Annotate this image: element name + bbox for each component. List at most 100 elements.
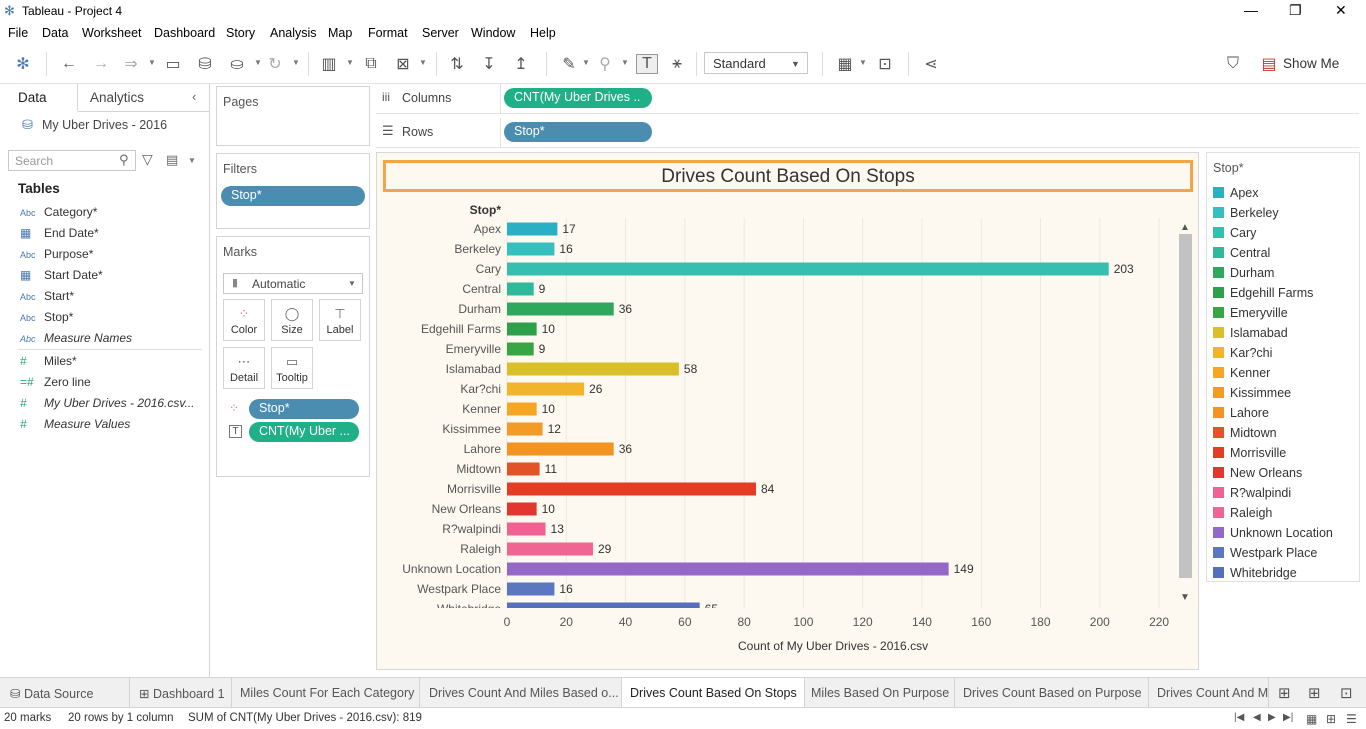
menu-data[interactable]: Data — [42, 26, 68, 40]
rows-pill[interactable]: Stop* — [504, 122, 652, 142]
new-datasource-icon[interactable]: ⛁ — [194, 54, 216, 74]
legend-item[interactable]: Whitebridge — [1213, 566, 1297, 580]
field-start[interactable]: Abc Start* — [20, 289, 74, 303]
replay-icon[interactable]: ⇒ — [120, 54, 142, 74]
legend-item[interactable]: Central — [1213, 246, 1270, 260]
list-view-icon[interactable]: ☰ — [1346, 712, 1357, 726]
sort-descending-icon[interactable]: ↥ — [510, 54, 532, 74]
legend-item[interactable]: Berkeley — [1213, 206, 1279, 220]
tab-drives-miles-based[interactable]: Drives Count And Miles Based o... — [420, 678, 622, 708]
fix-axes-icon[interactable]: ⚹ — [666, 54, 688, 74]
show-me-button[interactable]: Show Me — [1283, 56, 1339, 71]
field-start-date[interactable]: ▦ Start Date* — [20, 268, 103, 282]
new-worksheet-icon[interactable]: ▥ — [318, 54, 340, 74]
search-field[interactable]: Search ⚲ — [8, 150, 136, 171]
mark-type-select[interactable]: ▮ Automatic ▼ — [223, 273, 363, 294]
tab-miles-purpose[interactable]: Miles Based On Purpose — [805, 678, 955, 708]
menu-format[interactable]: Format — [368, 26, 408, 40]
marks-size-button[interactable]: ◯ Size — [271, 299, 313, 341]
tab-data[interactable]: Data — [0, 84, 78, 112]
refresh-icon[interactable]: ↻ — [264, 54, 286, 74]
columns-shelf[interactable]: iii Columns CNT(My Uber Drives .. — [376, 84, 1359, 114]
marks-pill-stop[interactable]: Stop* — [249, 399, 359, 419]
field-purpose[interactable]: Abc Purpose* — [20, 247, 93, 261]
legend-item[interactable]: Lahore — [1213, 406, 1269, 420]
field-record-count[interactable]: # My Uber Drives - 2016.csv... — [20, 396, 194, 410]
marks-label-button[interactable]: ⊤ Label — [319, 299, 361, 341]
datasource-name[interactable]: My Uber Drives - 2016 — [42, 118, 167, 132]
presentation-mode-icon[interactable]: ⊡ — [874, 54, 896, 74]
chart-title[interactable]: Drives Count Based On Stops — [383, 160, 1193, 192]
legend-item[interactable]: Durham — [1213, 266, 1274, 280]
filter-icon[interactable]: ▽ — [142, 151, 153, 168]
scrollbar-thumb[interactable] — [1179, 234, 1192, 578]
marks-detail-button[interactable]: ⋯ Detail — [223, 347, 265, 389]
menu-dashboard[interactable]: Dashboard — [154, 26, 215, 40]
field-category[interactable]: Abc Category* — [20, 205, 97, 219]
save-icon[interactable]: ▭ — [162, 54, 184, 74]
legend-item[interactable]: Emeryville — [1213, 306, 1288, 320]
filters-card[interactable]: Filters Stop* — [216, 153, 370, 229]
menu-file[interactable]: File — [8, 26, 28, 40]
legend-item[interactable]: Kissimmee — [1213, 386, 1291, 400]
redo-icon[interactable]: → — [90, 54, 112, 74]
legend-item[interactable]: Kenner — [1213, 366, 1270, 380]
tab-miles-count-category[interactable]: Miles Count For Each Category — [232, 678, 420, 708]
color-legend[interactable]: Stop* Apex Berkeley Cary Central Durham Edgeh… — [1206, 152, 1360, 582]
columns-pill[interactable]: CNT(My Uber Drives .. — [504, 88, 652, 108]
field-measure-values[interactable]: # Measure Values — [20, 417, 130, 431]
tableau-home-icon[interactable]: ✻ — [12, 54, 34, 74]
menu-help[interactable]: Help — [530, 26, 556, 40]
scroll-up-icon[interactable]: ▲ — [1180, 222, 1190, 233]
format-paint-icon[interactable]: ⛉ — [1222, 54, 1244, 74]
highlight-icon[interactable]: ✎ — [558, 54, 580, 74]
legend-item[interactable]: Edgehill Farms — [1213, 286, 1313, 300]
field-measure-names[interactable]: Abc Measure Names — [20, 331, 132, 345]
group-icon[interactable]: ⚲ — [594, 54, 616, 74]
tab-drives-count-miles[interactable]: Drives Count And Mi — [1149, 678, 1269, 708]
new-worksheet-icon[interactable]: ⊞ — [1278, 684, 1291, 702]
legend-item[interactable]: Apex — [1213, 186, 1259, 200]
grid-view-icon[interactable]: ⊞ — [1326, 712, 1336, 726]
restore-button[interactable]: ❐ — [1289, 2, 1302, 19]
share-icon[interactable]: ⋖ — [920, 54, 942, 74]
filmstrip-icon[interactable]: ▦ — [1306, 712, 1317, 726]
rows-shelf[interactable]: ☰ Rows Stop* — [376, 118, 1359, 148]
tab-drives-count-stops[interactable]: Drives Count Based On Stops — [622, 678, 805, 708]
chevron-down-icon[interactable]: ▼ — [188, 156, 196, 165]
menu-window[interactable]: Window — [471, 26, 515, 40]
menu-map[interactable]: Map — [328, 26, 352, 40]
next-sheet-icon[interactable]: ▶ — [1268, 712, 1276, 723]
legend-item[interactable]: Kar?chi — [1213, 346, 1272, 360]
field-end-date[interactable]: ▦ End Date* — [20, 226, 99, 240]
fit-select[interactable]: Standard ▼ — [704, 52, 808, 74]
tab-dashboard-1[interactable]: ⊞ Dashboard 1 — [130, 678, 232, 708]
new-story-icon[interactable]: ⊡ — [1340, 684, 1353, 702]
legend-item[interactable]: Unknown Location — [1213, 526, 1333, 540]
legend-item[interactable]: Raleigh — [1213, 506, 1272, 520]
pages-card[interactable]: Pages — [216, 86, 370, 146]
minimize-button[interactable]: — — [1244, 2, 1258, 18]
pause-updates-icon[interactable]: ⛀ — [226, 54, 248, 74]
tab-data-source[interactable]: ⛁ Data Source — [0, 678, 130, 708]
view-list-icon[interactable]: ▤ — [166, 152, 178, 168]
legend-item[interactable]: R?walpindi — [1213, 486, 1291, 500]
sort-ascending-icon[interactable]: ↧ — [478, 54, 500, 74]
marks-color-button[interactable]: ⁘ Color — [223, 299, 265, 341]
collapse-pane-icon[interactable]: ‹ — [192, 89, 196, 104]
duplicate-icon[interactable]: ⧉ — [360, 54, 382, 74]
swap-icon[interactable]: ⇅ — [446, 54, 468, 74]
menu-server[interactable]: Server — [422, 26, 459, 40]
scroll-down-icon[interactable]: ▼ — [1180, 592, 1190, 603]
show-cards-icon[interactable]: ▦ — [834, 54, 856, 74]
field-stop[interactable]: Abc Stop* — [20, 310, 73, 324]
filter-pill-stop[interactable]: Stop* — [221, 186, 365, 206]
legend-item[interactable]: Islamabad — [1213, 326, 1288, 340]
undo-icon[interactable]: ← — [58, 54, 80, 74]
legend-item[interactable]: Cary — [1213, 226, 1256, 240]
legend-item[interactable]: Westpark Place — [1213, 546, 1317, 560]
show-labels-icon[interactable]: T — [636, 54, 658, 74]
field-miles[interactable]: # Miles* — [20, 354, 77, 368]
tab-drives-count-purpose[interactable]: Drives Count Based on Purpose — [955, 678, 1149, 708]
menu-analysis[interactable]: Analysis — [270, 26, 317, 40]
